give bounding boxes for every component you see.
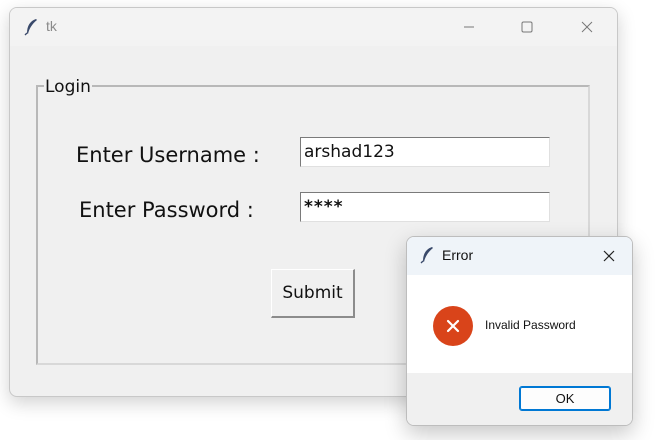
feather-icon xyxy=(24,19,37,36)
close-button[interactable] xyxy=(558,8,616,46)
maximize-button[interactable] xyxy=(498,8,556,46)
login-frame-legend: Login xyxy=(44,77,92,97)
feather-icon xyxy=(420,247,433,264)
password-input[interactable]: **** xyxy=(300,192,550,222)
title-bar[interactable]: tk xyxy=(10,8,617,46)
minimize-icon xyxy=(464,26,474,28)
close-icon xyxy=(603,250,615,262)
username-label: Enter Username : xyxy=(76,143,260,167)
window-title: tk xyxy=(46,18,57,34)
error-dialog: Error Invalid Password OK xyxy=(406,236,633,426)
dialog-close-button[interactable] xyxy=(587,237,631,275)
dialog-title-bar[interactable]: Error xyxy=(407,237,632,275)
username-input[interactable]: arshad123 xyxy=(300,137,550,167)
minimize-button[interactable] xyxy=(440,8,498,46)
error-x-icon xyxy=(433,306,473,346)
dialog-footer: OK xyxy=(407,373,632,425)
dialog-title: Error xyxy=(442,247,474,263)
submit-button[interactable]: Submit xyxy=(271,269,355,318)
password-label: Enter Password : xyxy=(79,198,254,222)
ok-button[interactable]: OK xyxy=(519,386,611,411)
maximize-icon xyxy=(521,21,533,33)
error-message: Invalid Password xyxy=(485,318,576,332)
close-icon xyxy=(581,21,593,33)
